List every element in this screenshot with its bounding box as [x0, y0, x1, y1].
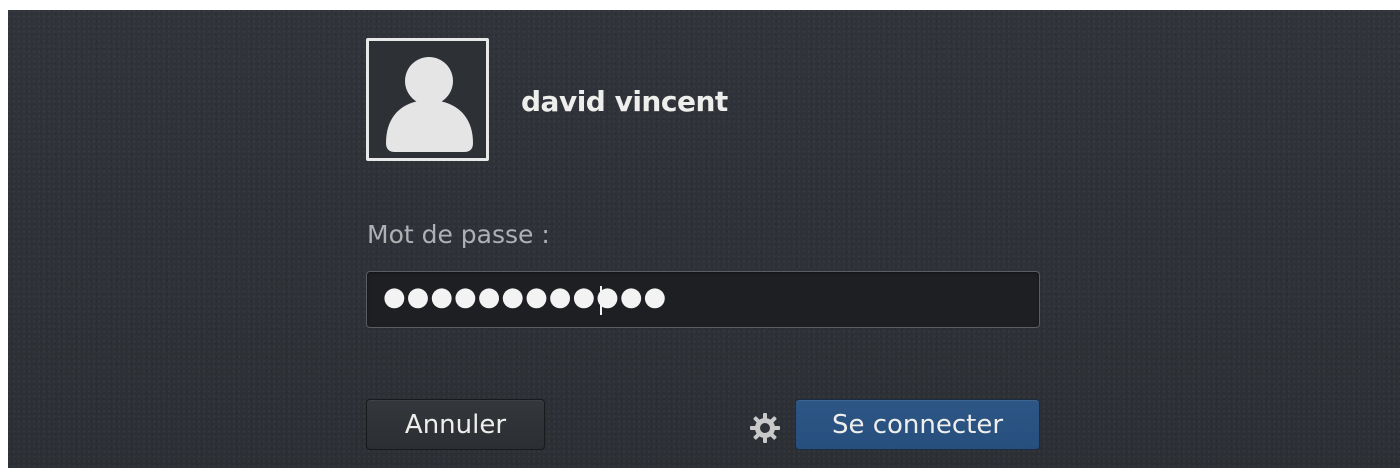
password-value: ●●●●●●●●●●●●: [383, 282, 668, 312]
sign-in-button[interactable]: Se connecter: [795, 399, 1040, 450]
user-avatar-icon: [386, 57, 473, 152]
cancel-button[interactable]: Annuler: [366, 399, 545, 450]
password-input[interactable]: ●●●●●●●●●●●●: [366, 271, 1040, 328]
sign-in-button-label: Se connecter: [831, 409, 1004, 440]
password-label: Mot de passe :: [367, 220, 550, 249]
cancel-button-label: Annuler: [404, 409, 507, 440]
gear-icon[interactable]: [749, 412, 781, 444]
username: david vincent: [521, 85, 728, 118]
text-cursor: [600, 286, 602, 315]
login-screen: david vincent Mot de passe : ●●●●●●●●●●●…: [8, 10, 1400, 468]
user-avatar: [366, 38, 489, 161]
